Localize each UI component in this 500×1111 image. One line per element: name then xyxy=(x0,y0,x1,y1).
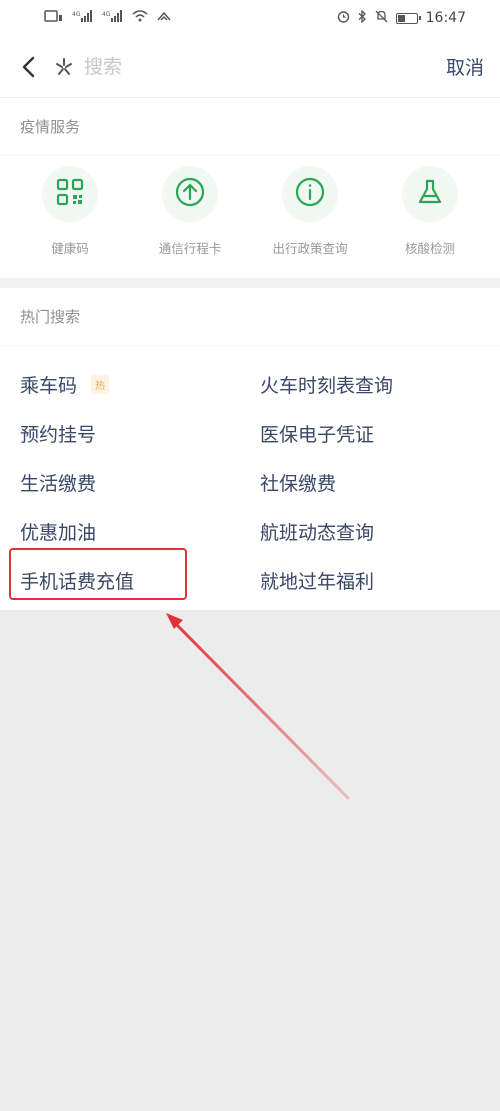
service-label: 核酸检测 xyxy=(404,241,455,256)
hot-item-medical-insurance[interactable]: 医保电子凭证 xyxy=(240,409,480,458)
arrow-head xyxy=(166,613,183,629)
search-header: 取消 xyxy=(0,36,500,98)
hot-badge: 热 xyxy=(91,375,110,394)
hot-item-label: 火车时刻表查询 xyxy=(260,375,394,397)
epidemic-services-section: 疫情服务 健康码 通信行程卡 出行政策查询 核酸检测 xyxy=(0,98,500,278)
hot-search-grid: 乘车码 热 火车时刻表查询 预约挂号 医保电子凭证 生活缴费 社保缴费 优惠加油 xyxy=(0,346,500,605)
service-travel-card[interactable]: 通信行程卡 xyxy=(135,166,245,257)
hot-item-label: 就地过年福利 xyxy=(260,571,375,593)
service-icon-circle xyxy=(162,166,218,222)
alarm-icon xyxy=(337,10,350,27)
info-icon xyxy=(294,176,326,212)
sim-icon xyxy=(44,10,64,26)
hot-item-new-year-benefits[interactable]: 就地过年福利 xyxy=(240,556,480,605)
hot-item-label: 乘车码 xyxy=(20,375,78,397)
hot-item-flight-status[interactable]: 航班动态查询 xyxy=(240,507,480,556)
status-bar-right: 16:47 xyxy=(337,8,466,27)
search-box[interactable] xyxy=(52,55,446,79)
service-nucleic-test[interactable]: 核酸检测 xyxy=(375,166,485,257)
bluetooth-icon xyxy=(358,8,367,27)
battery-icon xyxy=(395,12,421,24)
section-title: 热门搜索 xyxy=(0,288,500,346)
hot-item-label: 优惠加油 xyxy=(20,522,97,544)
hot-item-bus-code[interactable]: 乘车码 热 xyxy=(0,360,240,409)
data-speed-icon xyxy=(156,10,172,26)
arrow-shaft xyxy=(176,624,350,800)
search-input[interactable] xyxy=(84,55,284,78)
upload-arrow-icon xyxy=(174,176,206,212)
hot-item-label: 生活缴费 xyxy=(20,473,97,495)
status-bar-left: 4G 4G xyxy=(44,10,172,26)
sparkle-icon xyxy=(52,55,76,79)
hot-item-fuel-discount[interactable]: 优惠加油 xyxy=(0,507,240,556)
hot-item-social-security[interactable]: 社保缴费 xyxy=(240,458,480,507)
svg-text:4G: 4G xyxy=(72,11,81,18)
service-row: 健康码 通信行程卡 出行政策查询 核酸检测 xyxy=(0,156,500,257)
service-label: 通信行程卡 xyxy=(158,241,222,256)
service-icon-circle xyxy=(42,166,98,222)
svg-text:4G: 4G xyxy=(102,11,111,18)
service-icon-circle xyxy=(282,166,338,222)
signal-icon: 4G xyxy=(102,10,124,26)
hot-item-label: 社保缴费 xyxy=(260,473,337,495)
signal-icon: 4G xyxy=(72,10,94,26)
section-title: 疫情服务 xyxy=(0,98,500,156)
section-divider xyxy=(0,278,500,288)
status-bar: 4G 4G 16:47 xyxy=(0,0,500,36)
service-travel-policy[interactable]: 出行政策查询 xyxy=(255,166,365,257)
wifi-icon xyxy=(132,10,148,26)
hot-search-section: 热门搜索 乘车码 热 火车时刻表查询 预约挂号 医保电子凭证 生活缴费 社保缴费 xyxy=(0,288,500,610)
hot-item-label: 预约挂号 xyxy=(20,424,97,446)
hot-item-label: 航班动态查询 xyxy=(260,522,375,544)
service-label: 出行政策查询 xyxy=(272,241,348,256)
service-icon-circle xyxy=(402,166,458,222)
qr-code-icon xyxy=(55,177,85,211)
hot-item-label: 手机话费充值 xyxy=(20,571,135,593)
battery-level xyxy=(397,14,406,22)
service-health-code[interactable]: 健康码 xyxy=(15,166,125,257)
cancel-button[interactable]: 取消 xyxy=(446,53,484,80)
hot-item-phone-recharge[interactable]: 手机话费充值 xyxy=(0,556,240,605)
app-screen: 4G 4G 16:47 搜索 取消 疫情服务 健康码 通信行程卡 出行政策查询 … xyxy=(0,0,500,1111)
flask-icon xyxy=(415,177,445,211)
hot-item-appointment[interactable]: 预约挂号 xyxy=(0,409,240,458)
mute-icon xyxy=(375,10,388,27)
clock: 16:47 xyxy=(425,10,466,26)
hot-item-utility-payment[interactable]: 生活缴费 xyxy=(0,458,240,507)
service-label: 健康码 xyxy=(51,241,89,256)
hot-item-train-schedule[interactable]: 火车时刻表查询 xyxy=(240,360,480,409)
back-icon[interactable] xyxy=(8,47,48,87)
hot-item-label: 医保电子凭证 xyxy=(260,424,375,446)
